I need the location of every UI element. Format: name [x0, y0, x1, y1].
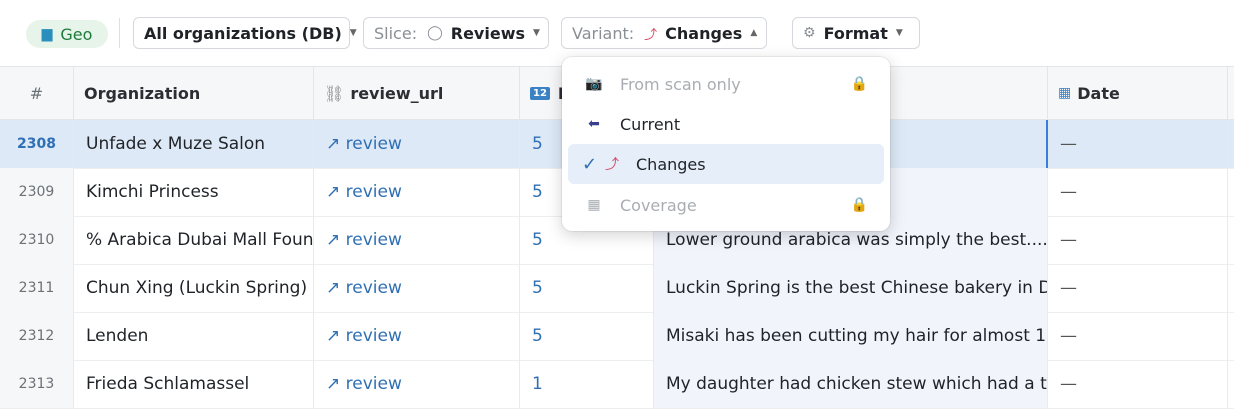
chart-increasing-icon: ⤴	[605, 157, 619, 173]
map-icon: ▆	[41, 26, 53, 42]
menu-item-label: From scan only	[620, 74, 741, 94]
review-text-cell[interactable]: Misaki has been cutting my hair for almo…	[654, 312, 1048, 360]
menu-item-coverage[interactable]: ▦ Coverage 🔒	[568, 185, 884, 225]
review-link[interactable]: ↗ review	[314, 360, 520, 408]
rating-cell[interactable]: 1	[520, 360, 654, 408]
row-number[interactable]: 2311	[0, 264, 74, 312]
checkmark-icon: ✓	[582, 153, 598, 175]
chevron-down-icon: ▼	[349, 28, 357, 38]
menu-item-changes[interactable]: ✓ ⤴ Changes	[568, 144, 884, 184]
column-header-review-url[interactable]: ⛓ review_url	[314, 67, 520, 119]
organization-cell[interactable]: Chun Xing (Luckin Spring) Bakery	[74, 264, 314, 312]
geo-toggle[interactable]: ▆ Geo	[26, 20, 108, 48]
review-link[interactable]: ↗ review	[314, 264, 520, 312]
number-icon: 12	[530, 86, 550, 100]
column-header-date-label: Date	[1077, 83, 1120, 103]
review-text-cell[interactable]: Luckin Spring is the best Chinese bakery…	[654, 264, 1048, 312]
organization-cell[interactable]: Lenden	[74, 312, 314, 360]
toolbar-divider	[119, 18, 120, 48]
variant-select[interactable]: Variant: ⤴ Changes ▲	[561, 17, 767, 49]
camera-icon: 📷	[585, 76, 603, 92]
row-number[interactable]: 2308	[0, 120, 74, 168]
slice-select[interactable]: Slice: ◯ Reviews ▼	[363, 17, 549, 49]
organization-cell[interactable]: Unfade x Muze Salon	[74, 120, 314, 168]
column-header-review-url-label: review_url	[350, 83, 444, 103]
table-row[interactable]: 2313 Frieda Schlamassel ↗ review 1 My daught…	[0, 360, 1234, 409]
organization-select-value: All organizations (DB)	[144, 23, 342, 43]
column-header-date[interactable]: ▦ Date	[1048, 67, 1228, 119]
review-link[interactable]: ↗ review	[314, 168, 520, 216]
date-cell[interactable]: —	[1048, 264, 1228, 312]
end-arrow-icon: ⬅	[588, 116, 600, 132]
date-cell[interactable]: —	[1048, 360, 1228, 408]
table-row[interactable]: 2311Chun Xing (Luckin Spring) Bakery↗ re…	[0, 264, 1234, 313]
lock-icon: 🔒	[850, 76, 868, 92]
row-number[interactable]: 2309	[0, 168, 74, 216]
date-cell[interactable]: —	[1048, 168, 1228, 216]
link-icon: ⛓	[324, 83, 345, 103]
gear-icon: ⚙	[803, 25, 816, 41]
column-header-number[interactable]: #	[0, 67, 74, 119]
row-number[interactable]: 2310	[0, 216, 74, 264]
chevron-down-icon: ▼	[895, 28, 903, 38]
lock-icon: 🔒	[850, 197, 868, 213]
slice-label: Slice:	[374, 23, 418, 43]
chevron-up-icon: ▲	[750, 28, 758, 38]
review-link[interactable]: ↗ review	[314, 120, 520, 168]
organization-cell[interactable]: Kimchi Princess	[74, 168, 314, 216]
menu-item-current[interactable]: ⬅ Current	[568, 104, 884, 144]
row-number[interactable]: 2313	[0, 360, 74, 408]
review-text-cell[interactable]: My daughter had chicken stew which had a…	[654, 360, 1048, 408]
organization-cell[interactable]: Frieda Schlamassel	[74, 360, 314, 408]
rating-cell[interactable]: 5	[520, 312, 654, 360]
review-link[interactable]: ↗ review	[314, 216, 520, 264]
review-link[interactable]: ↗ review	[314, 312, 520, 360]
chart-increasing-icon: ⤴	[644, 27, 658, 43]
geo-label: Geo	[60, 24, 93, 44]
variant-dropdown-menu: 📷 From scan only 🔒 ⬅ Current ✓ ⤴ Changes…	[562, 57, 890, 231]
date-cell[interactable]: —	[1048, 216, 1228, 264]
variant-value: Changes	[665, 23, 743, 43]
format-label: Format	[823, 23, 888, 43]
menu-item-label: Changes	[636, 154, 706, 174]
organization-select[interactable]: All organizations (DB) ▼	[133, 17, 357, 49]
menu-item-label: Current	[620, 114, 681, 134]
slice-value: Reviews	[450, 23, 525, 43]
chevron-down-icon: ▼	[533, 28, 540, 38]
date-cell[interactable]: —	[1048, 312, 1228, 360]
format-select[interactable]: ⚙ Format ▼	[792, 17, 920, 49]
column-header-organization[interactable]: Organization	[74, 67, 314, 119]
menu-item-from-scan-only[interactable]: 📷 From scan only 🔒	[568, 64, 884, 104]
variant-label: Variant:	[572, 23, 635, 43]
rating-cell[interactable]: 5	[520, 264, 654, 312]
table-row[interactable]: 2312 Lenden ↗ review 5 Misaki has been cutti…	[0, 312, 1234, 361]
menu-item-label: Coverage	[620, 195, 697, 215]
date-cell[interactable]: —	[1048, 120, 1228, 168]
row-number[interactable]: 2312	[0, 312, 74, 360]
organization-cell[interactable]: % Arabica Dubai Mall Fountain	[74, 216, 314, 264]
speech-bubble-icon: ◯	[427, 25, 443, 41]
grid-icon: ▦	[587, 197, 601, 213]
calendar-icon: ▦	[1058, 85, 1072, 101]
